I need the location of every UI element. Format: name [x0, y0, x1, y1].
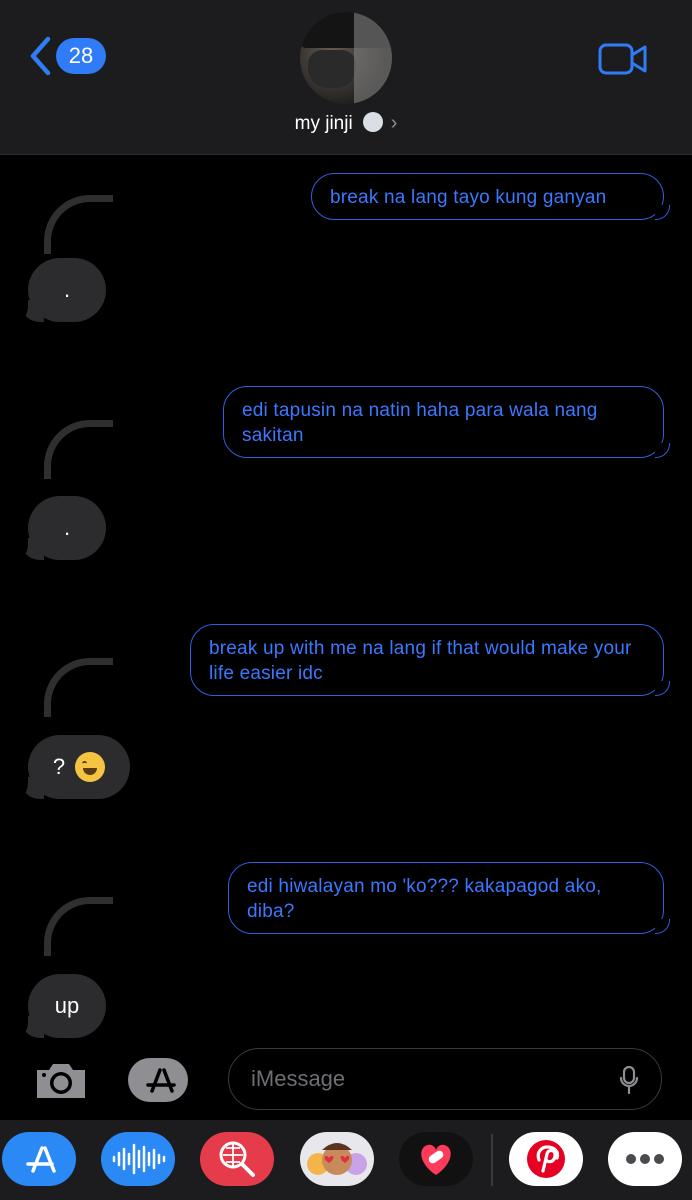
message-text: up — [54, 993, 80, 1018]
chevron-left-icon — [30, 36, 51, 76]
reply-thread-line — [44, 195, 113, 254]
pinterest-icon[interactable] — [509, 1132, 583, 1186]
facetime-video-icon[interactable] — [598, 42, 648, 76]
app-store-icon[interactable] — [2, 1132, 76, 1186]
contact-name-button[interactable]: my jinji › — [0, 112, 692, 135]
reply-thread-line — [44, 897, 113, 956]
message-text: edi hiwalayan mo 'ko??? kakapagod ako, d… — [247, 876, 602, 922]
message-input[interactable]: iMessage — [228, 1048, 662, 1110]
web-search-icon[interactable] — [200, 1132, 274, 1186]
message-text: . — [63, 515, 71, 540]
moon-icon — [362, 112, 383, 132]
message-text: edi tapusin na natin haha para wala nang… — [242, 400, 598, 446]
message-text: break up with me na lang if that would m… — [209, 638, 632, 684]
incoming-message[interactable]: ? — [14, 735, 130, 799]
message-text: . — [63, 277, 71, 302]
conversation-header: 28 my jinji › — [0, 0, 692, 155]
reply-thread-line — [44, 420, 113, 479]
chevron-right-icon: › — [390, 112, 398, 134]
sweat-smile-emoji-icon — [75, 752, 106, 782]
incoming-message[interactable]: up — [14, 974, 106, 1038]
unread-count-badge: 28 — [56, 38, 106, 74]
more-apps-icon[interactable] — [608, 1132, 682, 1186]
digital-touch-icon[interactable] — [399, 1132, 473, 1186]
audio-message-icon[interactable] — [101, 1132, 175, 1186]
dock-divider — [491, 1134, 493, 1186]
camera-icon[interactable] — [33, 1060, 89, 1102]
incoming-message[interactable]: . — [14, 496, 106, 560]
contact-avatar[interactable] — [300, 12, 392, 104]
microphone-icon[interactable] — [619, 1065, 639, 1095]
outgoing-message[interactable]: edi tapusin na natin haha para wala nang… — [223, 386, 670, 458]
compose-bar: iMessage — [0, 1040, 692, 1120]
reply-thread-line — [44, 658, 113, 717]
contact-name: my jinji — [294, 113, 353, 134]
message-text: ? — [52, 754, 66, 779]
message-input-placeholder: iMessage — [251, 1066, 346, 1091]
back-button[interactable]: 28 — [28, 36, 106, 76]
outgoing-message[interactable]: break na lang tayo kung ganyan — [311, 173, 670, 220]
outgoing-message[interactable]: edi hiwalayan mo 'ko??? kakapagod ako, d… — [228, 862, 670, 934]
imessage-app-dock — [0, 1120, 692, 1200]
app-drawer-icon[interactable] — [128, 1055, 198, 1105]
memoji-stickers-icon[interactable] — [300, 1132, 374, 1186]
incoming-message[interactable]: . — [14, 258, 106, 322]
outgoing-message[interactable]: break up with me na lang if that would m… — [190, 624, 670, 696]
message-text: break na lang tayo kung ganyan — [330, 187, 607, 208]
